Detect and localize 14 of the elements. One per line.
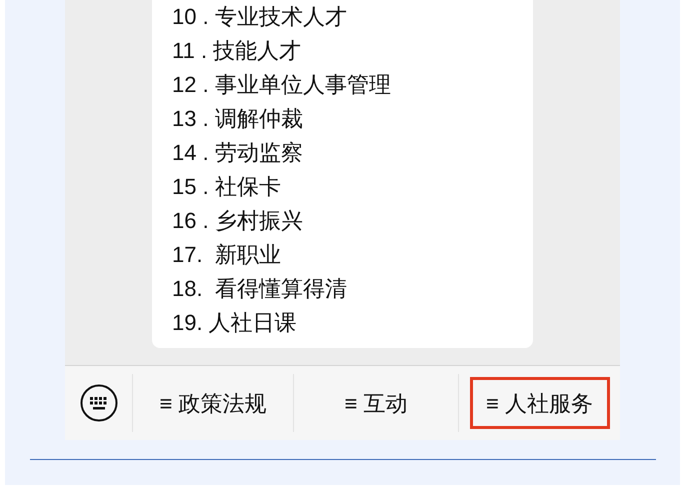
list-item-text: 12 . 事业单位人事管理 — [172, 71, 392, 99]
list-item-text: 18. 看得懂算得清 — [172, 275, 348, 303]
list-item-text: 10 . 专业技术人才 — [172, 3, 348, 31]
list-item-text: 19. 人社日课 — [172, 309, 298, 337]
menu-button[interactable]: ≡ 政策法规 — [152, 377, 274, 429]
list-item-text: 16 . 乡村振兴 — [172, 207, 304, 235]
keyboard-icon[interactable] — [80, 384, 118, 422]
list-item-text: 14 . 劳动监察 — [172, 139, 304, 167]
list-item-text: 11 . 技能人才 — [172, 37, 302, 65]
menu-button[interactable]: ≡ 互动 — [336, 377, 416, 429]
list-item-text: 13 . 调解仲裁 — [172, 105, 304, 133]
list-item-text: 15 . 社保卡 — [172, 173, 282, 201]
list-item-text: 17. 新职业 — [172, 241, 282, 269]
menu-button[interactable]: ≡ 人社服务 — [470, 377, 610, 429]
